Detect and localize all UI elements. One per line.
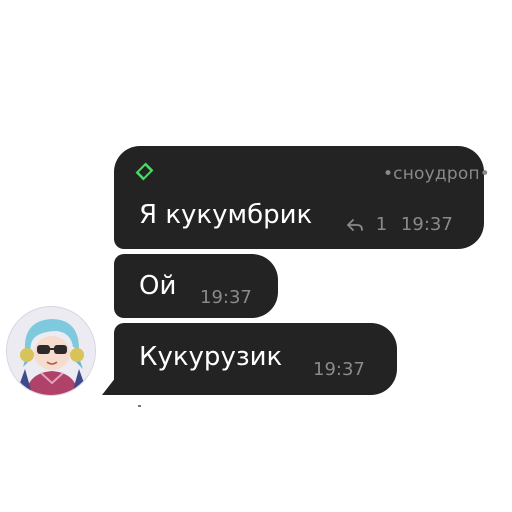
message-time: 19:37 (400, 214, 453, 235)
bubble-tail (102, 377, 116, 395)
sender-name[interactable]: •сноудроп• (383, 164, 490, 184)
message-time: 19:37 (200, 287, 252, 308)
chat-sticker: •сноудроп• Я кукумбрик 1 19:37 Ой 19:37 … (0, 0, 512, 512)
divider-dot (138, 405, 141, 407)
message-meta: 1 19:37 (346, 214, 453, 235)
message-text: Я кукумбрик (139, 200, 313, 230)
message-time: 19:37 (313, 359, 365, 380)
message-text: Кукурузик (139, 342, 283, 372)
message-text: Ой (139, 271, 177, 301)
avatar[interactable] (6, 306, 96, 396)
anime-avatar (7, 307, 95, 395)
reply-count: 1 (375, 214, 388, 235)
reply-arrow-icon[interactable] (346, 218, 364, 232)
